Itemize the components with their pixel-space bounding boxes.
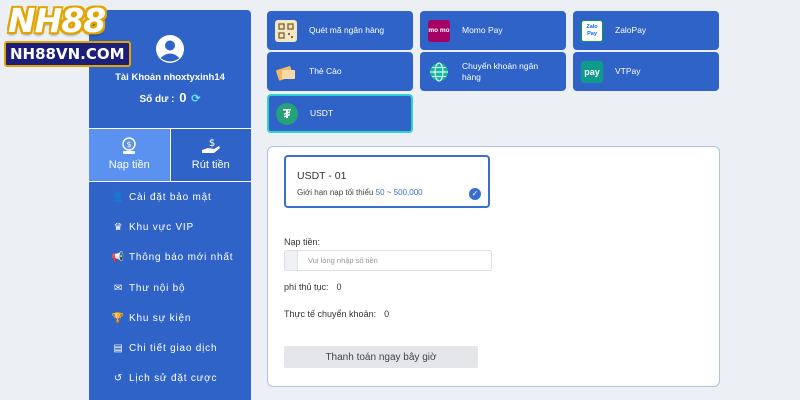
- amount-label: Nạp tiền:: [284, 237, 321, 247]
- hand-money-icon: $: [201, 138, 220, 153]
- refresh-icon[interactable]: ⟳: [191, 93, 200, 105]
- method-label: ZaloPay: [615, 25, 647, 35]
- wallet-actions: $ Nạp tiền $ Rút tiền: [89, 128, 251, 182]
- menu-label: Khu sự kiện: [129, 312, 192, 324]
- check-icon: ✓: [469, 188, 481, 200]
- vtpay-icon-text: pay: [584, 66, 600, 77]
- withdraw-label: Rút tiền: [191, 159, 230, 171]
- pay-now-button[interactable]: Thanh toán ngay bây giờ: [284, 346, 478, 368]
- menu-vip[interactable]: ♛ Khu vực VIP: [89, 212, 251, 242]
- momo-icon-text: mo mo: [428, 27, 450, 34]
- limit-max: 500,000: [393, 188, 423, 197]
- menu-inbox[interactable]: ✉ Thư nội bộ: [89, 273, 251, 303]
- svg-text:$: $: [127, 140, 132, 149]
- method-label: VTPay: [615, 66, 641, 76]
- receipt-icon: ▤: [113, 343, 124, 355]
- limit-min: 50: [375, 188, 385, 197]
- vtpay-icon: pay: [581, 60, 603, 83]
- menu-label: Khu vực VIP: [129, 221, 194, 233]
- logo-subtitle: NH88VN.COM: [4, 41, 131, 67]
- actual-label: Thực tế chuyển khoản:: [284, 309, 377, 319]
- brand-logo[interactable]: NH88 NH88VN.COM: [2, 1, 131, 70]
- user-avatar-icon: [156, 35, 184, 63]
- method-momo[interactable]: mo mo Momo Pay: [420, 11, 566, 50]
- menu-label: Thư nội bộ: [129, 282, 186, 294]
- logo-title: NH88: [8, 1, 106, 40]
- method-label: Chuyển khoản ngân hàng: [462, 60, 539, 82]
- megaphone-icon: 📢: [111, 252, 126, 264]
- account-name: Tài Khoản nhoxtyxinh14: [115, 72, 225, 83]
- channel-limit: Giới hạn nạp tối thiểu 50 ~ 500,000: [297, 188, 423, 197]
- deposit-label: Nạp tiền: [108, 159, 150, 171]
- envelope-icon: ✉: [113, 282, 124, 294]
- menu-label: Lịch sử đặt cược: [129, 373, 218, 385]
- zalopay-icon: Zalo Pay: [581, 19, 603, 42]
- menu-transactions[interactable]: ▤ Chi tiết giao dịch: [89, 333, 251, 363]
- zalopay-icon-text: Zalo Pay: [586, 23, 598, 37]
- channel-card-usdt-01[interactable]: USDT - 01 Giới hạn nạp tối thiểu 50 ~ 50…: [284, 155, 490, 208]
- trophy-icon: 🏆: [111, 312, 126, 324]
- svg-text:$: $: [209, 138, 215, 149]
- limit-label: Giới hạn nạp tối thiểu: [297, 188, 374, 197]
- method-label: USDT: [310, 108, 334, 118]
- amount-prefix: [285, 251, 298, 270]
- menu-bet-history[interactable]: ↺ Lịch sử đặt cược: [89, 364, 251, 394]
- actual-value: 0: [384, 309, 390, 319]
- method-bank-qr[interactable]: Quét mã ngân hàng: [267, 11, 413, 50]
- channel-title: USDT - 01: [297, 170, 347, 182]
- balance-value: 0: [179, 90, 187, 105]
- tether-icon: ₮: [276, 102, 298, 125]
- menu-label: Thông báo mới nhất: [129, 252, 234, 264]
- user-shield-icon: 👤: [111, 191, 126, 203]
- tether-icon-text: ₮: [283, 106, 291, 121]
- deposit-form-panel: USDT - 01 Giới hạn nạp tối thiểu 50 ~ 50…: [267, 146, 720, 387]
- menu-label: Chi tiết giao dịch: [129, 343, 218, 355]
- method-zalopay[interactable]: Zalo Pay ZaloPay: [573, 11, 719, 50]
- qr-code-icon: [275, 19, 297, 42]
- method-label: Thẻ Cào: [309, 66, 342, 76]
- fee-row: phí thủ tục: 0: [284, 282, 342, 292]
- withdraw-button[interactable]: $ Rút tiền: [169, 129, 252, 181]
- coin-deposit-icon: $: [122, 137, 136, 154]
- menu-events[interactable]: 🏆 Khu sự kiện: [89, 303, 251, 333]
- balance: Số dư : 0 ⟳: [89, 90, 251, 105]
- method-usdt[interactable]: ₮ USDT: [267, 94, 413, 133]
- globe-icon: [428, 61, 450, 83]
- menu-news[interactable]: 📢 Thông báo mới nhất: [89, 243, 251, 273]
- history-icon: ↺: [113, 373, 124, 385]
- menu-label: Cài đặt bảo mật: [129, 191, 212, 203]
- amount-field: [284, 250, 492, 271]
- method-label: Quét mã ngân hàng: [309, 25, 385, 35]
- momo-icon: mo mo: [428, 19, 450, 42]
- balance-label: Số dư :: [139, 94, 175, 105]
- fee-label: phí thủ tục:: [284, 282, 329, 292]
- method-scratch-card[interactable]: Thẻ Cào: [267, 52, 413, 91]
- method-bank-transfer[interactable]: Chuyển khoản ngân hàng: [420, 52, 566, 91]
- crown-icon: ♛: [113, 221, 124, 233]
- amount-input[interactable]: [298, 251, 491, 270]
- deposit-button[interactable]: $ Nạp tiền: [89, 129, 170, 181]
- method-label: Momo Pay: [462, 25, 503, 35]
- menu-security[interactable]: 👤 Cài đặt bảo mật: [89, 182, 251, 212]
- scratch-card-icon: [275, 61, 297, 83]
- limit-separator: ~: [386, 188, 392, 197]
- method-vtpay[interactable]: pay VTPay: [573, 52, 719, 91]
- fee-value: 0: [336, 282, 342, 292]
- actual-transfer-row: Thực tế chuyển khoản: 0: [284, 309, 389, 319]
